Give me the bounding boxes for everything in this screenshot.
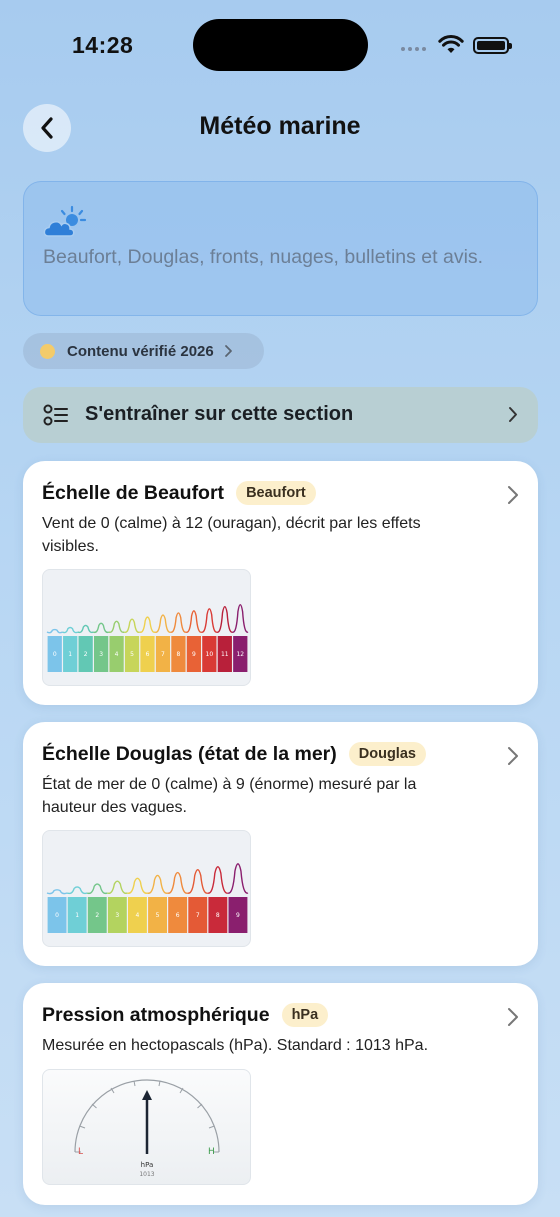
scale-wave: [46, 628, 63, 634]
card-pressure[interactable]: Pression atmosphérique hPa Mesurée en he…: [23, 983, 538, 1205]
scale-label: 2: [84, 651, 88, 658]
scale-wave: [207, 866, 229, 894]
scale-label: 2: [95, 912, 99, 919]
status-time: 14:28: [72, 32, 134, 58]
scale-wave: [107, 880, 128, 894]
wifi-icon: [438, 35, 464, 53]
scale-label: 9: [192, 651, 196, 658]
section-description: Beaufort, Douglas, fronts, nuages, bulle…: [43, 246, 484, 268]
card-badge: Douglas: [348, 742, 426, 766]
chevron-right-icon: [508, 486, 518, 504]
card-badge: hPa: [281, 1003, 329, 1027]
practice-section-button[interactable]: S'entraîner sur cette section: [23, 387, 538, 443]
card-description: Vent de 0 (calme) à 12 (ouragan), décrit…: [42, 515, 421, 555]
barometer-gauge: L H hPa 1013: [74, 1079, 220, 1178]
scale-wave: [46, 889, 68, 895]
scale-wave: [216, 606, 233, 633]
scale-wave: [77, 624, 94, 634]
scale-label: 5: [156, 912, 160, 919]
card-badge: Beaufort: [236, 481, 316, 505]
verified-content-pill[interactable]: Contenu vérifié 2026: [23, 333, 264, 369]
scale-wave: [170, 612, 187, 633]
gauge-low-label: L: [78, 1147, 83, 1157]
card-douglas[interactable]: Échelle Douglas (état de la mer) Douglas…: [23, 722, 538, 966]
scale-wave: [108, 620, 125, 634]
scale-wave: [187, 868, 209, 894]
section-intro-card: Beaufort, Douglas, fronts, nuages, bulle…: [23, 181, 538, 316]
beaufort-scale-graphic: 0 1 2 3 4 5 6 7 8 9 10 11 12: [46, 603, 249, 672]
gauge-unit-label: hPa: [141, 1161, 154, 1169]
scale-label: 9: [236, 912, 240, 919]
practice-label: S'entraîner sur cette section: [85, 403, 354, 425]
scale-wave: [154, 614, 172, 633]
scale-label: 10: [206, 651, 214, 658]
scale-label: 0: [53, 651, 57, 658]
verified-label: Contenu vérifié 2026: [67, 342, 214, 360]
dynamic-island: [193, 19, 368, 71]
scale-wave: [86, 883, 108, 895]
scale-label: 12: [236, 651, 244, 658]
scale-wave: [123, 618, 141, 633]
scale-label: 4: [115, 651, 119, 658]
scale-wave: [62, 626, 79, 634]
chevron-right-icon: [224, 345, 232, 357]
douglas-scale-image: 0 1 2 3 4 5 6 7 8 9: [42, 830, 251, 947]
scale-wave: [227, 863, 249, 894]
scale-label: 1: [75, 912, 79, 919]
status-bar: 14:28: [0, 0, 560, 92]
scale-label: 5: [130, 651, 134, 658]
battery-icon: [473, 37, 512, 54]
card-description: Mesurée en hectopascals (hPa). Standard …: [42, 1037, 429, 1054]
scale-label: 6: [146, 651, 150, 658]
scale-wave: [139, 616, 156, 633]
scale-label: 3: [115, 912, 119, 919]
barometer-image: L H hPa 1013: [42, 1069, 251, 1185]
scale-label: 1: [68, 651, 72, 658]
scale-wave: [127, 877, 148, 894]
scale-wave: [93, 622, 110, 634]
gauge-value-label: 1013: [139, 1171, 154, 1178]
cellular-signal-icon: [401, 47, 426, 51]
scale-label: 8: [177, 651, 181, 658]
scale-label: 0: [55, 912, 59, 919]
chevron-right-icon: [508, 1008, 518, 1026]
scale-label: 4: [136, 912, 140, 919]
verified-dot-icon: [40, 343, 55, 359]
scale-wave: [232, 603, 249, 633]
scale-wave: [185, 610, 202, 633]
partly-cloudy-icon: [43, 205, 87, 237]
beaufort-scale-image: 0 1 2 3 4 5 6 7 8 9 10 11 12: [42, 569, 251, 686]
scale-label: 8: [216, 912, 220, 919]
card-title: Pression atmosphérique: [42, 1003, 270, 1026]
gauge-high-label: H: [208, 1147, 215, 1157]
card-beaufort[interactable]: Échelle de Beaufort Beaufort Vent de 0 (…: [23, 461, 538, 705]
douglas-scale-graphic: 0 1 2 3 4 5 6 7 8 9: [46, 863, 249, 933]
scale-wave: [201, 608, 218, 633]
card-title: Échelle de Beaufort: [42, 481, 225, 504]
scale-label: 7: [196, 912, 200, 919]
page-title: Météo marine: [199, 112, 361, 140]
chevron-right-icon: [508, 747, 518, 765]
scale-label: 7: [161, 651, 165, 658]
chevron-right-icon: [509, 407, 517, 422]
scale-label: 6: [176, 912, 180, 919]
card-description: État de mer de 0 (calme) à 9 (énorme) me…: [42, 776, 417, 816]
scale-label: 11: [221, 651, 229, 658]
scale-wave: [167, 871, 188, 894]
scale-label: 3: [99, 651, 103, 658]
card-title: Échelle Douglas (état de la mer): [42, 742, 337, 765]
scale-wave: [147, 874, 168, 894]
checklist-icon: [43, 404, 68, 426]
scale-wave: [66, 886, 88, 895]
